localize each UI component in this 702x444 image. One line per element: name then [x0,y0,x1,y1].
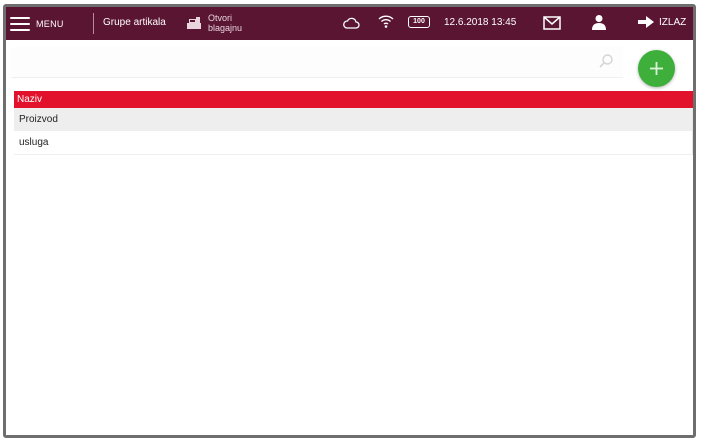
wifi-icon [378,15,394,28]
page-title: Grupe artikala [103,17,166,28]
open-register-line2: blagajnu [208,23,243,33]
user-icon[interactable] [591,14,607,30]
item-groups-table: Naziv Proizvod usluga [14,91,693,155]
app-window: MENU Grupe artikala Otvori blagajnu 100 … [3,4,696,438]
header-divider [93,13,94,34]
mail-icon[interactable] [543,16,561,30]
table-row[interactable]: usluga [14,131,693,155]
cash-register-icon [187,17,201,29]
cloud-icon [343,17,360,29]
open-register-line1: Otvori [208,13,233,23]
menu-label: MENU [36,19,64,29]
search-icon[interactable] [598,53,614,69]
search-input[interactable] [15,51,589,75]
exit-label: IZLAZ [659,16,687,28]
exit-button[interactable]: IZLAZ [638,16,686,28]
battery-icon: 100 [408,16,430,28]
add-button[interactable] [638,50,675,87]
table-row[interactable]: Proizvod [14,108,693,131]
menu-button[interactable]: MENU [10,13,64,35]
top-bar: MENU Grupe artikala Otvori blagajnu 100 … [6,7,693,40]
exit-arrow-icon [638,16,654,28]
column-header-naziv[interactable]: Naziv [14,91,693,108]
search-bar [11,47,623,78]
plus-icon [650,62,663,75]
hamburger-icon [10,17,30,31]
datetime: 12.6.2018 13:45 [444,17,517,28]
open-register-button[interactable]: Otvori blagajnu [186,8,242,38]
